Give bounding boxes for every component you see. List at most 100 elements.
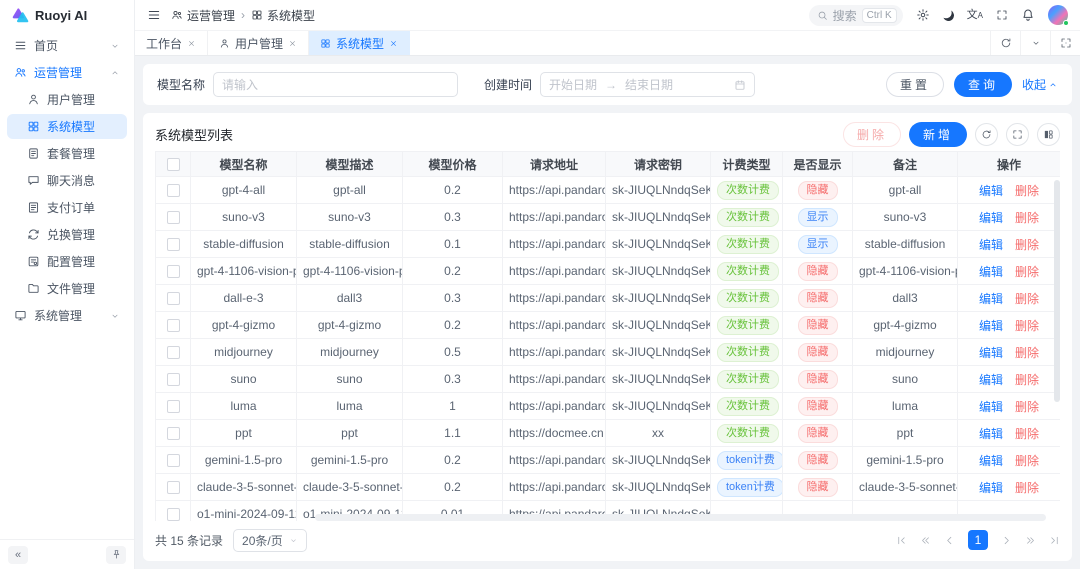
edit-link[interactable]: 编辑 bbox=[979, 454, 1003, 468]
sidebar-item[interactable]: 系统模型 bbox=[7, 114, 127, 139]
date-range-picker[interactable]: 开始日期 → 结束日期 bbox=[540, 72, 756, 97]
delete-link[interactable]: 删除 bbox=[1015, 400, 1039, 414]
sidebar-item[interactable]: 用户管理 bbox=[7, 87, 127, 112]
tab-menu-chevron-icon[interactable] bbox=[1020, 31, 1050, 55]
avatar[interactable] bbox=[1048, 5, 1069, 26]
row-checkbox[interactable] bbox=[166, 184, 180, 198]
settings-icon[interactable] bbox=[916, 8, 930, 22]
refresh-table-icon[interactable] bbox=[975, 123, 998, 146]
sidebar-item[interactable]: 聊天消息 bbox=[7, 168, 127, 193]
edit-link[interactable]: 编辑 bbox=[979, 319, 1003, 333]
vertical-scrollbar[interactable] bbox=[1054, 180, 1060, 402]
sidebar-item[interactable]: 运营管理 bbox=[7, 60, 127, 85]
sidebar-item[interactable]: 配置管理 bbox=[7, 249, 127, 274]
billing-type-cell: token计费 bbox=[710, 473, 783, 501]
billing-tag: 次数计费 bbox=[717, 261, 779, 281]
row-checkbox[interactable] bbox=[166, 427, 180, 441]
search-button[interactable]: 查询 bbox=[953, 72, 1012, 97]
row-checkbox[interactable] bbox=[166, 454, 180, 468]
edit-link[interactable]: 编辑 bbox=[979, 211, 1003, 225]
row-checkbox[interactable] bbox=[166, 211, 180, 225]
breadcrumb-item-current[interactable]: 系统模型 bbox=[251, 7, 315, 24]
edit-link[interactable]: 编辑 bbox=[979, 400, 1003, 414]
row-checkbox[interactable] bbox=[166, 373, 180, 387]
edit-link[interactable]: 编辑 bbox=[979, 373, 1003, 387]
pagination-last-icon[interactable] bbox=[1049, 535, 1060, 546]
select-all-checkbox[interactable] bbox=[166, 158, 180, 172]
delete-link[interactable]: 删除 bbox=[1015, 427, 1039, 441]
expand-table-icon[interactable] bbox=[1006, 123, 1029, 146]
pagination-back-5-icon[interactable] bbox=[920, 535, 931, 546]
tab-close-icon[interactable] bbox=[288, 39, 297, 48]
row-checkbox[interactable] bbox=[166, 319, 180, 333]
sidebar-item[interactable]: 支付订单 bbox=[7, 195, 127, 220]
column-settings-icon[interactable] bbox=[1037, 123, 1060, 146]
pagination-forward-5-icon[interactable] bbox=[1025, 535, 1036, 546]
delete-link[interactable]: 删除 bbox=[1015, 238, 1039, 252]
dblLeft-icon bbox=[922, 536, 929, 544]
batch-delete-button[interactable]: 删除 bbox=[842, 122, 901, 147]
delete-link[interactable]: 删除 bbox=[1015, 292, 1039, 306]
visibility-cell: 隐藏 bbox=[782, 473, 853, 501]
tab-active[interactable]: 系统模型 bbox=[309, 31, 411, 55]
translate-icon[interactable]: 文A bbox=[967, 9, 983, 21]
row-checkbox[interactable] bbox=[166, 481, 180, 495]
row-checkbox[interactable] bbox=[166, 508, 180, 521]
sidebar-item[interactable]: 系统管理 bbox=[7, 303, 127, 328]
dark-mode-icon[interactable] bbox=[941, 8, 954, 21]
tab-item[interactable]: 工作台 bbox=[135, 31, 209, 55]
fullscreen-icon[interactable] bbox=[996, 9, 1008, 21]
row-checkbox[interactable] bbox=[166, 292, 180, 306]
tab-close-icon[interactable] bbox=[389, 39, 398, 48]
pagination-prev-icon[interactable] bbox=[944, 535, 955, 546]
table-header-bar: 系统模型列表 删除 新增 bbox=[155, 118, 1060, 151]
delete-link[interactable]: 删除 bbox=[1015, 319, 1039, 333]
sidebar-item[interactable]: 文件管理 bbox=[7, 276, 127, 301]
current-page-button[interactable]: 1 bbox=[968, 530, 988, 550]
add-button[interactable]: 新增 bbox=[908, 122, 967, 147]
pagination-next-icon[interactable] bbox=[1001, 535, 1012, 546]
maximize-content-icon[interactable] bbox=[1050, 31, 1080, 55]
row-checkbox[interactable] bbox=[166, 346, 180, 360]
edit-link[interactable]: 编辑 bbox=[979, 238, 1003, 252]
sidebar-item[interactable]: 兑换管理 bbox=[7, 222, 127, 247]
bell-icon[interactable] bbox=[1021, 8, 1035, 22]
edit-link[interactable]: 编辑 bbox=[979, 481, 1003, 495]
delete-link[interactable]: 删除 bbox=[1015, 373, 1039, 387]
delete-link[interactable]: 删除 bbox=[1015, 454, 1039, 468]
visibility-tag: 隐藏 bbox=[797, 342, 838, 362]
delete-link[interactable]: 删除 bbox=[1015, 481, 1039, 495]
delete-link[interactable]: 删除 bbox=[1015, 184, 1039, 198]
brand-logo[interactable]: Ruoyi AI bbox=[0, 0, 134, 30]
collapse-sidebar-button[interactable]: « bbox=[8, 545, 28, 564]
sidebar-item[interactable]: 首页 bbox=[7, 33, 127, 58]
topbar: 运营管理 › 系统模型 搜索 Ctrl K 文A bbox=[135, 0, 1080, 30]
sidebar-item[interactable]: 套餐管理 bbox=[7, 141, 127, 166]
reset-button[interactable]: 重置 bbox=[885, 72, 944, 97]
pin-sidebar-icon[interactable] bbox=[106, 545, 126, 564]
row-checkbox[interactable] bbox=[166, 265, 180, 279]
global-search[interactable]: 搜索 Ctrl K bbox=[808, 4, 903, 26]
remark-cell: gpt-all bbox=[852, 176, 958, 204]
breadcrumb-item-operations[interactable]: 运营管理 bbox=[171, 7, 235, 24]
collapse-filter-link[interactable]: 收起 bbox=[1022, 76, 1058, 93]
edit-link[interactable]: 编辑 bbox=[979, 184, 1003, 198]
delete-link[interactable]: 删除 bbox=[1015, 265, 1039, 279]
edit-link[interactable]: 编辑 bbox=[979, 265, 1003, 279]
tab-item[interactable]: 用户管理 bbox=[208, 31, 310, 55]
hamburger-icon[interactable] bbox=[147, 8, 161, 22]
delete-link[interactable]: 删除 bbox=[1015, 211, 1039, 225]
edit-link[interactable]: 编辑 bbox=[979, 346, 1003, 360]
tab-close-icon[interactable] bbox=[187, 39, 196, 48]
horizontal-scrollbar[interactable] bbox=[315, 514, 1046, 521]
refresh-tab-icon[interactable] bbox=[990, 31, 1020, 55]
pagination-first-icon[interactable] bbox=[896, 535, 907, 546]
row-checkbox[interactable] bbox=[166, 400, 180, 414]
edit-link[interactable]: 编辑 bbox=[979, 292, 1003, 306]
row-checkbox[interactable] bbox=[166, 238, 180, 252]
model-name-input[interactable] bbox=[213, 72, 459, 97]
edit-link[interactable]: 编辑 bbox=[979, 427, 1003, 441]
page-size-select[interactable]: 20条/页 bbox=[233, 528, 307, 552]
delete-link[interactable]: 删除 bbox=[1015, 346, 1039, 360]
model-name-cell: luma bbox=[190, 392, 297, 420]
